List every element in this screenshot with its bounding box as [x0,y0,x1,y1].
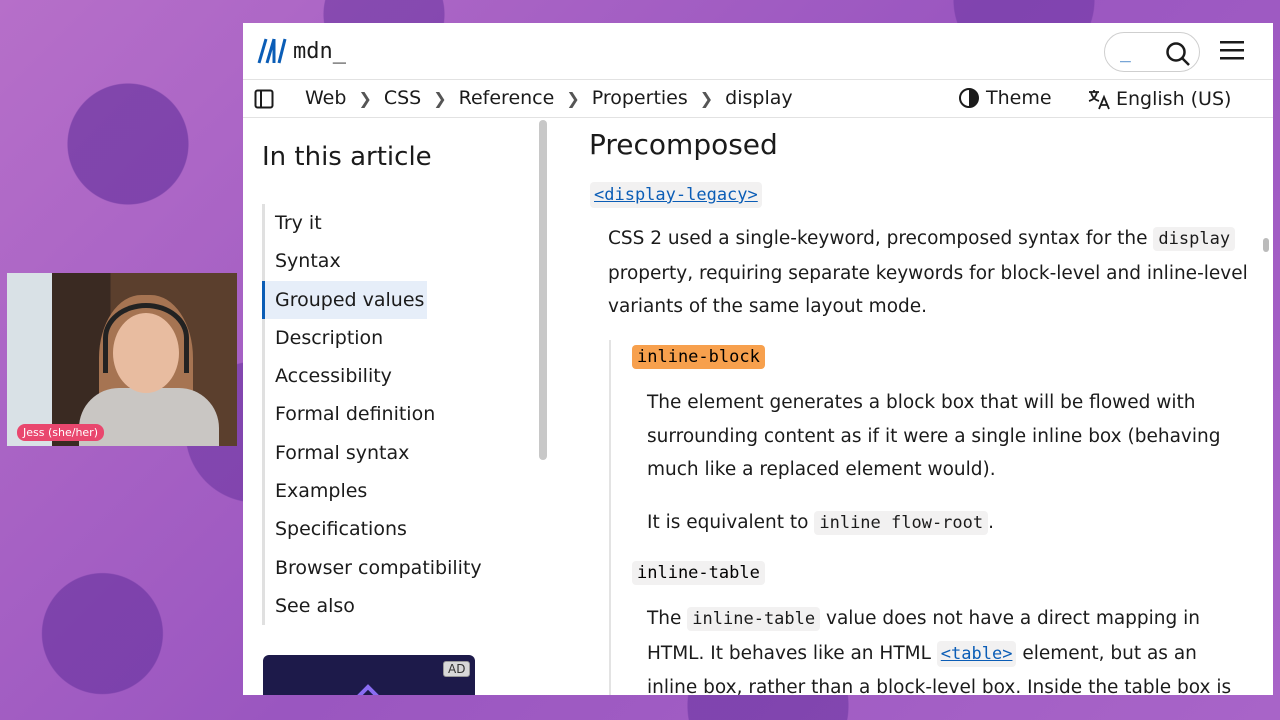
webcam-overlay: Jess (she/her) [7,273,237,446]
term-inline-table: inline-table [632,561,765,585]
article-content: Precomposed <display-legacy> CSS 2 used … [543,118,1258,695]
chevron-right-icon: ❯ [699,88,714,108]
para3-text-a: It is equivalent to [647,512,815,533]
toc-title: In this article [262,142,432,172]
logo-text: mdn_ [293,38,346,64]
inline-table-code: inline-table [632,561,765,585]
search-cursor: _ [1120,42,1131,63]
toc-item-accessibility[interactable]: Accessibility [265,357,542,395]
toc-item-grouped-values[interactable]: Grouped values [262,280,427,319]
search-icon[interactable] [1165,41,1191,67]
search-input[interactable]: _ [1104,32,1200,72]
chevron-right-icon: ❯ [358,88,372,108]
toc-item-try-it[interactable]: Try it [265,204,542,242]
sidebar-toggle-icon[interactable] [254,89,274,109]
term-display-legacy: <display-legacy> [590,182,762,208]
breadcrumb: Web ❯ CSS ❯ Reference ❯ Properties ❯ dis… [305,87,793,109]
webcam-background-window [7,273,52,446]
para3-text-b: . [988,512,995,533]
chevron-right-icon: ❯ [566,88,580,108]
page-scrollbar[interactable] [1263,238,1269,252]
toc-item-syntax[interactable]: Syntax [265,242,542,280]
browser-window: mdn_ _ Web ❯ CSS ❯ Reference ❯ Propertie… [243,23,1273,695]
language-label: English (US) [1116,88,1232,110]
toc-item-see-also[interactable]: See also [265,587,542,625]
webcam-name-label: Jess (she/her) [17,424,104,441]
breadcrumb-web[interactable]: Web [305,87,346,109]
toc-item-formal-definition[interactable]: Formal definition [265,395,542,433]
inline-block-code: inline-block [632,345,765,369]
display-legacy-link[interactable]: <display-legacy> [590,182,762,208]
paragraph-inline-table: The inline-table value does not have a d… [647,602,1247,695]
section-heading: Precomposed [589,128,778,161]
para4-text-a: The [647,608,688,629]
headset-icon [103,303,189,373]
code-inline-flow-root: inline flow-root [814,511,989,535]
top-navigation: mdn_ _ [243,23,1273,80]
breadcrumb-reference[interactable]: Reference [459,87,555,109]
translate-icon [1088,90,1110,110]
paragraph-equivalent: It is equivalent to inline flow-root. [647,506,1247,541]
ad-badge: AD [443,661,471,677]
breadcrumb-properties[interactable]: Properties [592,87,688,109]
mdn-logo-icon [257,38,287,64]
chevron-up-icon [357,684,379,695]
breadcrumb-css[interactable]: CSS [384,87,421,109]
paragraph-precomposed: CSS 2 used a single-keyword, precomposed… [608,222,1248,324]
breadcrumb-display[interactable]: display [725,87,792,109]
table-element-link[interactable]: <table> [936,640,1017,667]
toc-item-formal-syntax[interactable]: Formal syntax [265,434,542,472]
breadcrumb-bar: Web ❯ CSS ❯ Reference ❯ Properties ❯ dis… [243,80,1273,118]
code-inline-table: inline-table [687,607,821,631]
toc-item-specifications[interactable]: Specifications [265,510,542,548]
code-display: display [1153,227,1236,251]
chevron-right-icon: ❯ [433,88,447,108]
hamburger-menu-icon[interactable] [1220,40,1244,60]
paragraph-inline-block: The element generates a block box that w… [647,392,1221,480]
toc-item-browser-compatibility[interactable]: Browser compatibility [265,549,542,587]
theme-button[interactable]: Theme [958,87,1052,109]
language-selector[interactable]: English (US) [1087,87,1231,111]
toc-list: Try it Syntax Grouped values Description… [262,204,542,626]
para1-text-b: property, requiring separate keywords fo… [608,262,1248,318]
mdn-logo[interactable]: mdn_ [257,37,346,65]
term-inline-block: inline-block [632,345,765,369]
theme-label: Theme [986,87,1052,109]
definition-list-rule [609,340,611,695]
toc-item-description[interactable]: Description [265,319,542,357]
toc-item-examples[interactable]: Examples [265,472,542,510]
table-of-contents: In this article Try it Syntax Grouped va… [243,118,547,695]
advertisement[interactable]: AD [263,655,475,695]
theme-icon [959,88,979,108]
para1-text-a: CSS 2 used a single-keyword, precomposed… [608,228,1154,249]
